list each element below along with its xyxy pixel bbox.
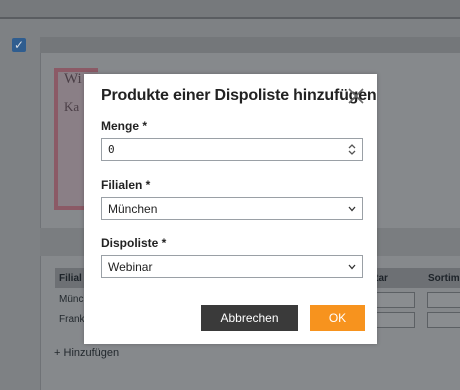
chevron-down-icon xyxy=(348,206,356,212)
add-row-button[interactable]: + Hinzufügen xyxy=(54,347,119,359)
dialog-title: Produkte einer Dispoliste hinzufügen xyxy=(101,87,377,104)
table-cell-input[interactable] xyxy=(427,312,460,328)
table-cell-input[interactable] xyxy=(371,312,415,328)
top-bar xyxy=(0,0,460,19)
table-header-filiale: Filial xyxy=(59,273,82,284)
chevron-down-icon xyxy=(348,264,356,270)
close-icon[interactable] xyxy=(347,87,365,105)
dispoliste-select[interactable]: Webinar xyxy=(101,255,363,278)
menge-value: 0 xyxy=(108,143,115,156)
book-cover-subtitle: Ka xyxy=(64,99,80,114)
stepper-icon[interactable] xyxy=(347,142,357,157)
book-cover-title: Wi xyxy=(64,71,82,87)
filialen-select[interactable]: München xyxy=(101,197,363,220)
plus-icon: + xyxy=(54,347,61,359)
table-cell-input[interactable] xyxy=(371,292,415,308)
menge-input[interactable]: 0 xyxy=(101,138,363,161)
product-panel-header xyxy=(40,37,460,53)
dispoliste-label: Dispoliste * xyxy=(101,236,167,250)
table-header-sortiment: Sortim xyxy=(428,273,460,284)
add-row-label: Hinzufügen xyxy=(63,347,120,359)
menge-label: Menge * xyxy=(101,119,148,133)
select-checkbox[interactable]: ✓ xyxy=(12,38,26,52)
filialen-value: München xyxy=(108,202,158,216)
cancel-button[interactable]: Abbrechen xyxy=(201,305,298,331)
add-to-dispolist-dialog: Produkte einer Dispoliste hinzufügen Men… xyxy=(84,74,377,344)
filialen-label: Filialen * xyxy=(101,178,151,192)
table-cell-input[interactable] xyxy=(427,292,460,308)
ok-button[interactable]: OK xyxy=(310,305,365,331)
dispoliste-value: Webinar xyxy=(108,260,153,274)
